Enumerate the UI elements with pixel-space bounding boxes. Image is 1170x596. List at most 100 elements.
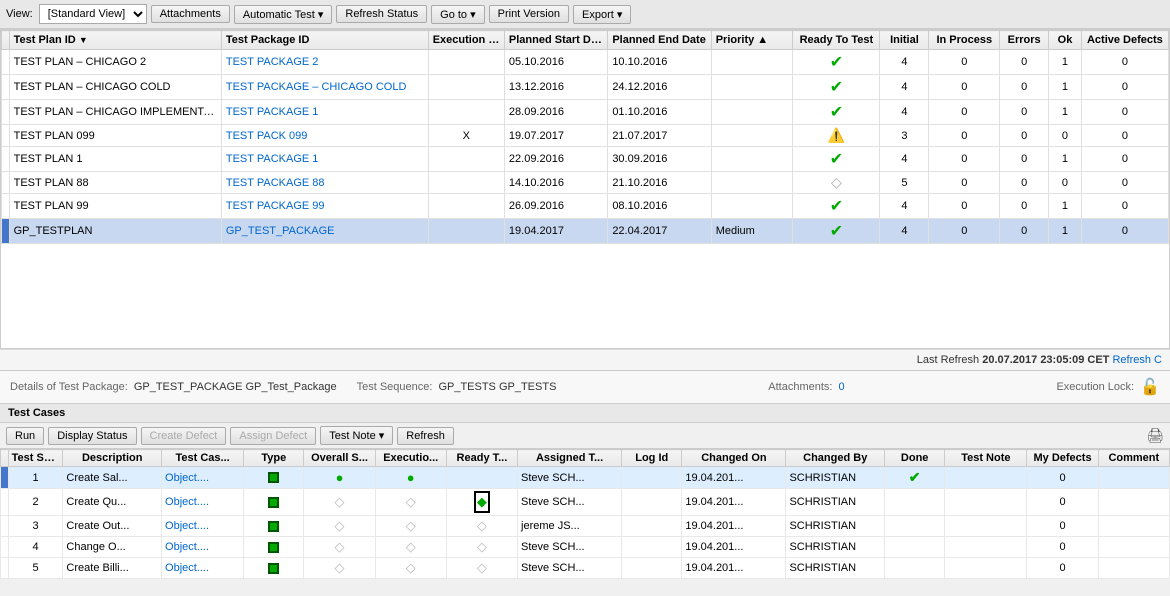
attachments-count[interactable]: 0 — [838, 381, 844, 393]
pkg-id-cell[interactable]: TEST PACKAGE 1 — [221, 100, 428, 125]
priority-cell — [711, 50, 793, 75]
col-plan-id[interactable]: Test Plan ID ▼ — [9, 31, 221, 50]
col-errors[interactable]: Errors — [1000, 31, 1049, 50]
tc-comment-cell — [1098, 516, 1169, 537]
exec-forbidden-cell — [428, 194, 504, 219]
planned-end-cell: 24.12.2016 — [608, 75, 711, 100]
export-button[interactable]: Export ▾ — [573, 5, 631, 24]
table-row[interactable]: TEST PLAN 099TEST PACK 099X19.07.201721.… — [2, 125, 1169, 147]
col-ok[interactable]: Ok — [1049, 31, 1082, 50]
tc-col-logid[interactable]: Log Id — [622, 450, 682, 467]
tc-testnote-cell — [945, 558, 1027, 579]
tc-col-assigned[interactable]: Assigned T... — [518, 450, 622, 467]
col-planned-end[interactable]: Planned End Date — [608, 31, 711, 50]
tc-col-testnote[interactable]: Test Note — [945, 450, 1027, 467]
table-row[interactable]: TEST PLAN – CHICAGO COLDTEST PACKAGE – C… — [2, 75, 1169, 100]
automatic-test-button[interactable]: Automatic Test ▾ — [234, 5, 333, 24]
table-row[interactable]: TEST PLAN – CHICAGO IMPLEMENTATIONTEST P… — [2, 100, 1169, 125]
tc-logid-cell — [622, 489, 682, 516]
tc-case-cell[interactable]: Object.... — [162, 489, 244, 516]
tc-col-desc[interactable]: Description — [63, 450, 162, 467]
tc-refresh-button[interactable]: Refresh — [397, 427, 454, 445]
pkg-id-cell[interactable]: TEST PACKAGE 1 — [221, 147, 428, 172]
pkg-id-cell[interactable]: TEST PACKAGE 99 — [221, 194, 428, 219]
tc-case-cell[interactable]: Object.... — [162, 467, 244, 489]
initial-cell: 4 — [880, 147, 929, 172]
pkg-id-cell[interactable]: GP_TEST_PACKAGE — [221, 219, 428, 244]
tc-table-row[interactable]: 1Create Sal...Object....●●Steve SCH...19… — [1, 467, 1170, 489]
tc-overall-cell: ◇ — [304, 558, 375, 579]
tc-col-changedby[interactable]: Changed By — [786, 450, 885, 467]
plan-id-cell: TEST PLAN 99 — [9, 194, 221, 219]
initial-cell: 3 — [880, 125, 929, 147]
refresh-link[interactable]: Refresh C — [1112, 354, 1162, 366]
lock-icon[interactable]: 🔓 — [1140, 377, 1160, 397]
tc-case-cell[interactable]: Object.... — [162, 558, 244, 579]
planned-start-cell: 05.10.2016 — [504, 50, 607, 75]
col-ready[interactable]: Ready To Test — [793, 31, 880, 50]
col-active-defects[interactable]: Active Defects — [1081, 31, 1168, 50]
initial-cell: 5 — [880, 172, 929, 194]
table-row[interactable]: TEST PLAN – CHICAGO 2TEST PACKAGE 205.10… — [2, 50, 1169, 75]
tc-col-type[interactable]: Type — [244, 450, 304, 467]
pkg-id-cell[interactable]: TEST PACKAGE 88 — [221, 172, 428, 194]
display-status-button[interactable]: Display Status — [48, 427, 136, 445]
attachments-label: Attachments: — [768, 381, 832, 393]
tc-col-mydefects[interactable]: My Defects — [1027, 450, 1098, 467]
run-button[interactable]: Run — [6, 427, 44, 445]
test-cases-section: Test Cases Run Display Status Create Def… — [0, 403, 1170, 579]
tc-col-testcase[interactable]: Test Cas... — [162, 450, 244, 467]
active_defects-cell: 0 — [1081, 50, 1168, 75]
table-row[interactable]: TEST PLAN 1TEST PACKAGE 122.09.201630.09… — [2, 147, 1169, 172]
refresh-status-button[interactable]: Refresh Status — [336, 5, 427, 23]
tc-col-ready[interactable]: Ready T... — [446, 450, 517, 467]
tc-desc-cell: Create Sal... — [63, 467, 162, 489]
col-priority[interactable]: Priority ▲ — [711, 31, 793, 50]
assign-defect-button[interactable]: Assign Defect — [230, 427, 316, 445]
pkg-id-cell[interactable]: TEST PACKAGE 2 — [221, 50, 428, 75]
tc-col-execution[interactable]: Executio... — [375, 450, 446, 467]
table-row[interactable]: TEST PLAN 88TEST PACKAGE 8814.10.201621.… — [2, 172, 1169, 194]
errors-cell: 0 — [1000, 172, 1049, 194]
tc-table-row[interactable]: 2Create Qu...Object....◇◇◆Steve SCH...19… — [1, 489, 1170, 516]
table-row[interactable]: TEST PLAN 99TEST PACKAGE 9926.09.201608.… — [2, 194, 1169, 219]
in_process-cell: 0 — [929, 50, 1000, 75]
print-icon[interactable]: 🖨 — [1146, 427, 1164, 444]
col-initial[interactable]: Initial — [880, 31, 929, 50]
tc-col-comment[interactable]: Comment — [1098, 450, 1169, 467]
tc-table-row[interactable]: 4Change O...Object....◇◇◇Steve SCH...19.… — [1, 537, 1170, 558]
pkg-id-cell[interactable]: TEST PACK 099 — [221, 125, 428, 147]
table-row[interactable]: GP_TESTPLANGP_TEST_PACKAGE19.04.201722.0… — [2, 219, 1169, 244]
tc-col-seq[interactable]: Test Seq... — [8, 450, 63, 467]
test-note-button[interactable]: Test Note — [320, 426, 393, 445]
tc-col-changedon[interactable]: Changed On — [682, 450, 786, 467]
tc-changedon-cell: 19.04.201... — [682, 467, 786, 489]
tc-desc-cell: Change O... — [63, 537, 162, 558]
main-table-header: Test Plan ID ▼ Test Package ID Execution… — [2, 31, 1169, 50]
tc-overall-cell: ● — [304, 467, 375, 489]
tc-table-row[interactable]: 3Create Out...Object....◇◇◇jereme JS...1… — [1, 516, 1170, 537]
pkg-id-cell[interactable]: TEST PACKAGE – CHICAGO COLD — [221, 75, 428, 100]
tc-table-row[interactable]: 5Create Billi...Object....◇◇◇Steve SCH..… — [1, 558, 1170, 579]
view-select[interactable]: [Standard View] — [39, 4, 147, 24]
exec-forbidden-cell — [428, 147, 504, 172]
go-to-button[interactable]: Go to ▾ — [431, 5, 484, 24]
tc-col-overall[interactable]: Overall S... — [304, 450, 375, 467]
active_defects-cell: 0 — [1081, 125, 1168, 147]
attachments-button[interactable]: Attachments — [151, 5, 230, 23]
tc-col-done[interactable]: Done — [885, 450, 945, 467]
create-defect-button[interactable]: Create Defect — [141, 427, 227, 445]
col-planned-start[interactable]: Planned Start Date — [504, 31, 607, 50]
row-marker-header — [2, 31, 10, 50]
test-sequence-label: Test Sequence: — [357, 381, 433, 393]
col-pkg-id[interactable]: Test Package ID — [221, 31, 428, 50]
tc-table-header: Test Seq... Description Test Cas... Type… — [1, 450, 1170, 467]
print-version-button[interactable]: Print Version — [489, 5, 569, 23]
col-exec-forbidden[interactable]: Execution Forbidden — [428, 31, 504, 50]
execution-lock-group: Execution Lock: 🔓 — [1056, 377, 1160, 397]
tc-case-cell[interactable]: Object.... — [162, 516, 244, 537]
col-in-process[interactable]: In Process — [929, 31, 1000, 50]
tc-mydefects-cell: 0 — [1027, 537, 1098, 558]
tc-type-cell — [244, 467, 304, 489]
tc-case-cell[interactable]: Object.... — [162, 537, 244, 558]
